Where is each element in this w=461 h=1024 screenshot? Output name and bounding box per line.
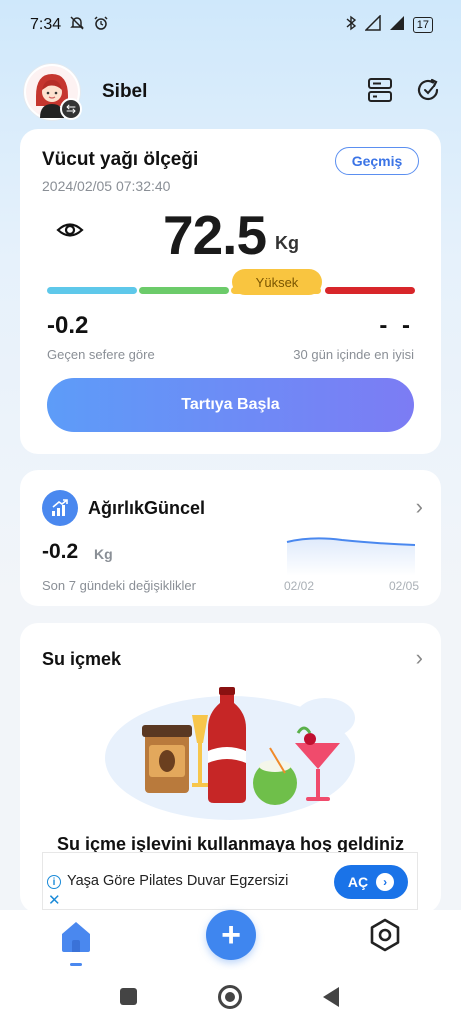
best-label: 30 gün içinde en iyisi [293,347,414,362]
level-badge: Yüksek [232,269,322,295]
scale-title: Vücut yağı ölçeği [42,149,199,170]
trend-value: -0.2 [42,540,79,563]
system-nav-bar [0,970,461,1024]
trend-up-icon [42,490,78,526]
status-bar: 7:34 17 [0,0,461,50]
switch-user-icon[interactable]: ⇆ [60,98,82,120]
trend-unit: Kg [94,546,113,562]
sparkline-start-date: 02/02 [284,579,315,593]
start-weighing-button[interactable]: Tartıya Başla [47,378,414,432]
signal-icon [363,13,381,36]
level-segment-normal [139,287,229,294]
ad-open-button[interactable]: AÇ › [334,865,408,899]
recents-button[interactable] [120,988,137,1005]
home-icon[interactable] [58,918,94,959]
weight-value: 72.5 [163,204,267,266]
device-list-icon[interactable] [367,77,393,108]
battery-icon: 17 [412,17,433,33]
alarm-icon [93,15,109,36]
chevron-right-icon[interactable]: › [416,645,423,671]
status-time: 7:34 [30,16,62,33]
weight-trend-card[interactable]: AğırlıkGüncel › -0.2 Kg Son 7 gündeki de… [20,470,441,606]
ad-open-label: AÇ [347,874,369,890]
profile-header: ⇆ Sibel [24,64,441,120]
level-segment-very-high [325,287,415,294]
change-value: -0.2 [47,312,89,339]
change-label: Geçen sefere göre [47,347,155,362]
body-fat-level-bar [47,287,415,295]
back-button[interactable] [323,987,339,1007]
trend-title: AğırlıkGüncel [88,498,206,518]
signal-icon-2 [389,15,405,36]
home-system-button[interactable] [218,985,242,1009]
chevron-right-icon[interactable]: › [416,494,423,520]
sparkline-end-date: 02/05 [388,579,419,593]
chevron-right-icon: › [376,873,395,891]
bottom-nav: + [0,910,461,970]
drinks-illustration [105,687,355,820]
body-fat-scale-card: Vücut yağı ölçeği 2024/02/05 07:32:40 Ge… [20,129,441,454]
home-active-indicator [70,963,82,966]
level-segment-low [47,287,137,294]
ad-banner[interactable]: i ✕ Yaşa Göre Pilates Duvar Egzersizi AÇ… [42,852,418,910]
ad-info-icon[interactable]: i [47,875,61,889]
measurement-date: 2024/02/05 07:32:40 [42,178,171,194]
add-button[interactable]: + [206,910,256,960]
settings-icon[interactable] [368,918,402,957]
bell-off-icon [69,15,85,36]
trend-sparkline [286,537,416,576]
username: Sibel [102,81,148,102]
best-value: - - [379,312,414,339]
weight-unit: Kg [275,233,299,253]
bluetooth-icon [345,15,357,36]
avatar[interactable]: ⇆ [24,64,82,120]
ad-close-icon[interactable]: ✕ [48,891,61,909]
eye-icon[interactable] [56,219,84,246]
sync-icon[interactable] [415,77,441,108]
trend-label: Son 7 gündeki değişiklikler [42,578,196,593]
ad-text[interactable]: Yaşa Göre Pilates Duvar Egzersizi [67,873,288,889]
history-button[interactable]: Geçmiş [335,147,419,175]
water-title: Su içmek [42,649,122,669]
